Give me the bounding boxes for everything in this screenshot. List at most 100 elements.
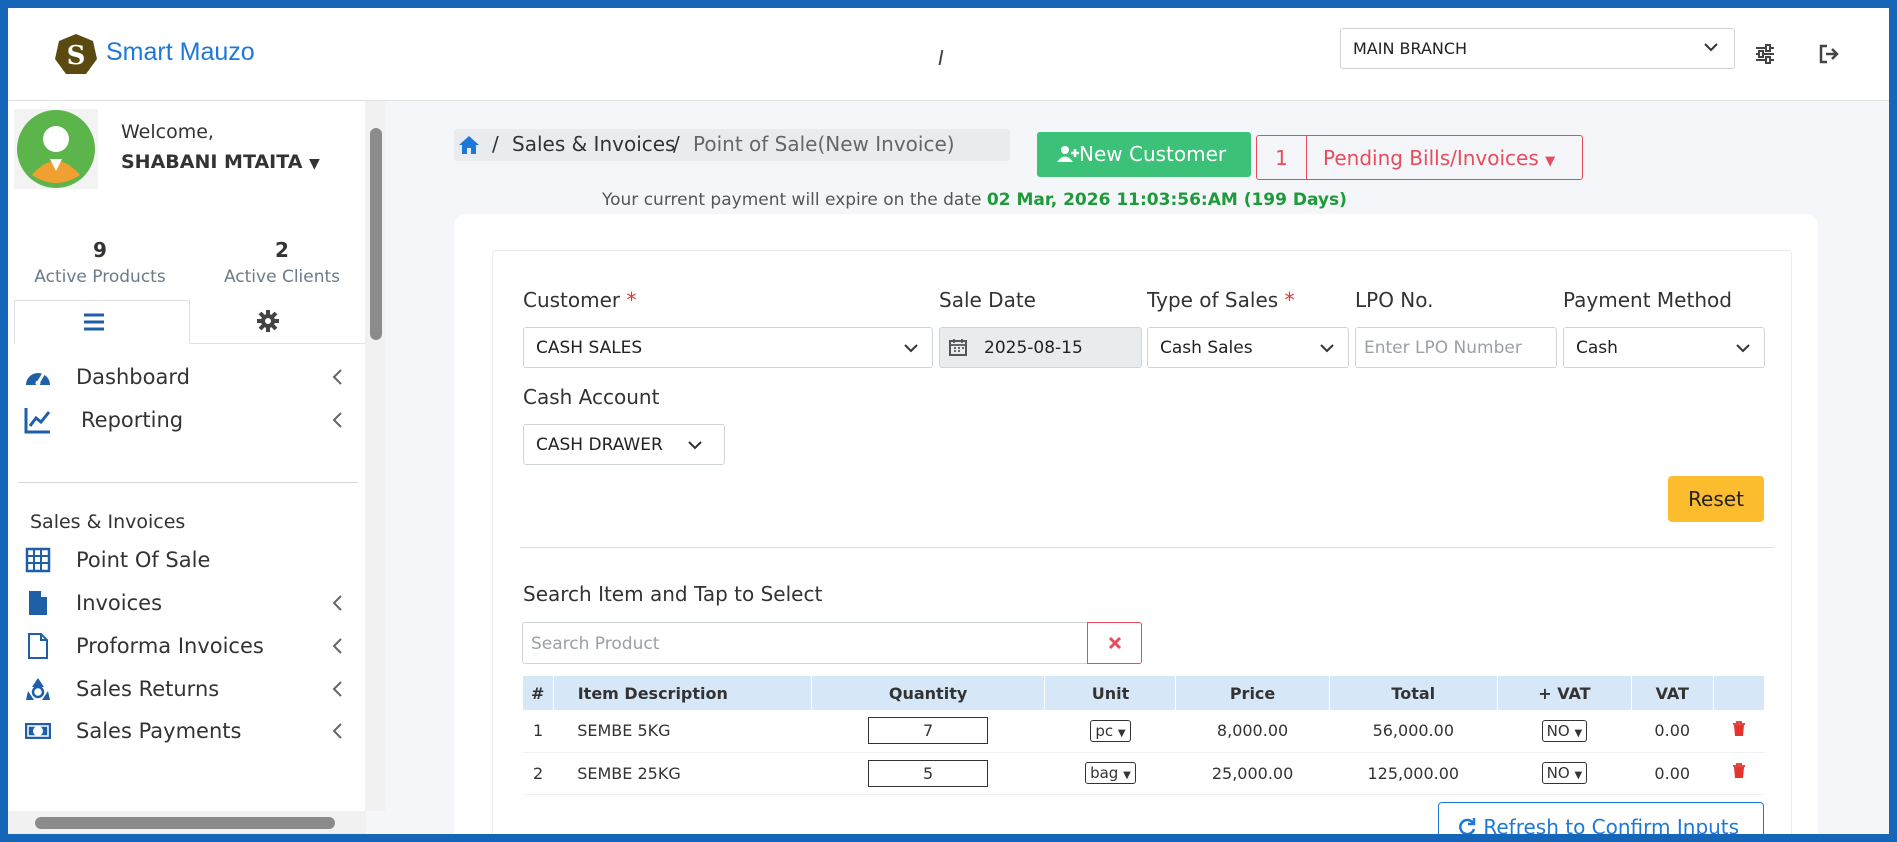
sidebar-tabs <box>14 300 365 344</box>
table-row: 1 SEMBE 5KG 7 pc ▼ 8,000.00 56,000.00 NO… <box>523 710 1765 753</box>
customer-label: Customer * <box>523 288 637 312</box>
logout-icon[interactable] <box>1817 42 1841 66</box>
row-total: 56,000.00 <box>1329 710 1498 753</box>
pending-bills-button[interactable]: 1 Pending Bills/Invoices ▼ <box>1256 135 1583 180</box>
row-total: 125,000.00 <box>1329 752 1498 795</box>
row-vat: 0.00 <box>1631 752 1714 795</box>
vat-option-select[interactable]: NO ▼ <box>1541 719 1588 742</box>
search-product-input[interactable]: Search Product <box>522 622 1088 664</box>
quantity-input[interactable]: 7 <box>868 717 989 745</box>
unit-select[interactable]: bag ▼ <box>1085 762 1136 784</box>
add-user-icon <box>1057 146 1079 162</box>
sale-date-field: 2025-08-15 <box>939 327 1142 368</box>
sidebar-divider <box>18 482 358 483</box>
chevron-left-icon <box>332 723 342 739</box>
vat-option-select[interactable]: NO ▼ <box>1541 762 1588 784</box>
col-header-unit: Unit <box>1044 676 1177 710</box>
sale-date-label: Sale Date <box>939 288 1036 312</box>
items-table: # Item Description Quantity Unit Price T… <box>523 676 1766 795</box>
sidebar-item-invoices[interactable]: Invoices <box>18 583 358 623</box>
form-divider <box>520 547 1774 548</box>
tab-menu[interactable] <box>14 300 190 344</box>
col-header-vat: VAT <box>1631 676 1714 710</box>
trash-icon[interactable] <box>1732 763 1746 779</box>
col-header-quantity: Quantity <box>811 676 1046 710</box>
sidebar-item-label: Sales Returns <box>76 677 220 701</box>
scrollbar-thumb[interactable] <box>35 817 335 829</box>
expiry-date: 02 Mar, 2026 11:03:56:AM (199 Days) <box>986 190 1347 210</box>
unit-select[interactable]: pc ▼ <box>1090 719 1131 742</box>
clear-search-button[interactable] <box>1087 622 1142 664</box>
branch-select[interactable]: MAIN BRANCH <box>1340 28 1735 69</box>
menu-icon <box>84 313 104 331</box>
payment-method-select[interactable]: Cash <box>1563 327 1765 368</box>
close-icon <box>1108 636 1122 650</box>
col-header-actions <box>1713 676 1766 710</box>
sidebar-item-dashboard[interactable]: Dashboard <box>18 357 358 397</box>
type-of-sales-select[interactable]: Cash Sales <box>1147 327 1349 368</box>
cash-account-value: CASH DRAWER <box>536 435 663 455</box>
trash-icon[interactable] <box>1732 720 1746 737</box>
chevron-left-icon <box>332 681 342 697</box>
sidebar-item-sales-payments[interactable]: Sales Payments <box>18 711 358 751</box>
username-label: SHABANI MTAITA <box>121 151 303 173</box>
breadcrumb: / Sales & Invoices / Point of Sale(New I… <box>454 129 1010 161</box>
refresh-confirm-label: Refresh to Confirm Inputs <box>1483 815 1740 834</box>
pending-bills-label: Pending Bills/Invoices <box>1323 146 1539 170</box>
tab-settings[interactable] <box>190 300 365 344</box>
search-item-label: Search Item and Tap to Select <box>523 582 823 606</box>
payment-method-value: Cash <box>1576 338 1618 358</box>
payment-expiry-notice: Your current payment will expire on the … <box>602 190 1347 210</box>
user-menu[interactable]: SHABANI MTAITA ▼ <box>121 151 320 173</box>
app-frame: S Smart Mauzo I MAIN BRANCH Welcome, SHA… <box>8 8 1889 834</box>
sidebar-item-sales-returns[interactable]: Sales Returns <box>18 669 358 709</box>
row-item-description: SEMBE 25KG <box>553 752 812 795</box>
brand-name[interactable]: Smart Mauzo <box>106 38 255 67</box>
new-customer-button[interactable]: New Customer <box>1037 132 1251 177</box>
sale-date-value: 2025-08-15 <box>984 338 1083 358</box>
sidebar-section-label: Sales & Invoices <box>30 511 186 533</box>
table-row: 2 SEMBE 25KG 5 bag ▼ 25,000.00 125,000.0… <box>523 752 1765 795</box>
type-of-sales-value: Cash Sales <box>1160 338 1253 358</box>
brand-logo-icon[interactable]: S <box>54 33 98 77</box>
scrollbar-thumb[interactable] <box>370 128 382 340</box>
breadcrumb-item-sales-invoices[interactable]: Sales & Invoices <box>512 132 675 156</box>
quantity-input[interactable]: 5 <box>868 759 989 787</box>
chevron-down-icon <box>1320 344 1334 353</box>
chevron-down-icon <box>1704 43 1718 52</box>
file-outline-icon <box>28 633 48 659</box>
col-header-no: # <box>523 676 554 710</box>
sliders-icon[interactable] <box>1753 42 1777 66</box>
sidebar-vertical-scrollbar[interactable] <box>365 101 385 811</box>
new-customer-label: New Customer <box>1079 142 1227 166</box>
money-icon <box>25 723 51 739</box>
refresh-icon <box>1459 818 1476 834</box>
cash-account-select[interactable]: CASH DRAWER <box>523 424 725 465</box>
col-header-total: Total <box>1329 676 1498 710</box>
row-number: 1 <box>523 710 554 753</box>
sidebar-item-label: Dashboard <box>76 365 190 389</box>
sidebar-item-label: Invoices <box>76 591 163 615</box>
row-vat: 0.00 <box>1631 710 1714 753</box>
chevron-down-icon <box>688 441 702 450</box>
type-of-sales-label: Type of Sales * <box>1147 288 1295 312</box>
home-icon[interactable] <box>458 135 480 155</box>
sidebar-item-label: Point Of Sale <box>76 548 211 572</box>
sidebar-item-point-of-sale[interactable]: Point Of Sale <box>18 540 358 580</box>
sidebar-item-label: Sales Payments <box>76 719 242 743</box>
lpo-label: LPO No. <box>1355 288 1434 312</box>
customer-select[interactable]: CASH SALES <box>523 327 933 368</box>
lpo-input[interactable]: Enter LPO Number <box>1355 327 1557 368</box>
breadcrumb-separator: / <box>673 132 680 156</box>
active-products-label: Active Products <box>34 267 166 287</box>
sidebar-item-proforma-invoices[interactable]: Proforma Invoices <box>18 626 358 666</box>
sidebar-item-reporting[interactable]: Reporting <box>18 400 358 440</box>
chevron-left-icon <box>332 638 342 654</box>
sidebar-horizontal-scrollbar[interactable] <box>8 811 366 834</box>
chevron-down-icon: ▼ <box>1123 770 1131 781</box>
reset-button[interactable]: Reset <box>1668 476 1764 522</box>
col-header-item: Item Description <box>553 676 812 710</box>
refresh-confirm-button[interactable]: Refresh to Confirm Inputs <box>1438 802 1764 834</box>
caret-down-icon: ▼ <box>309 156 320 172</box>
avatar[interactable] <box>14 109 98 189</box>
